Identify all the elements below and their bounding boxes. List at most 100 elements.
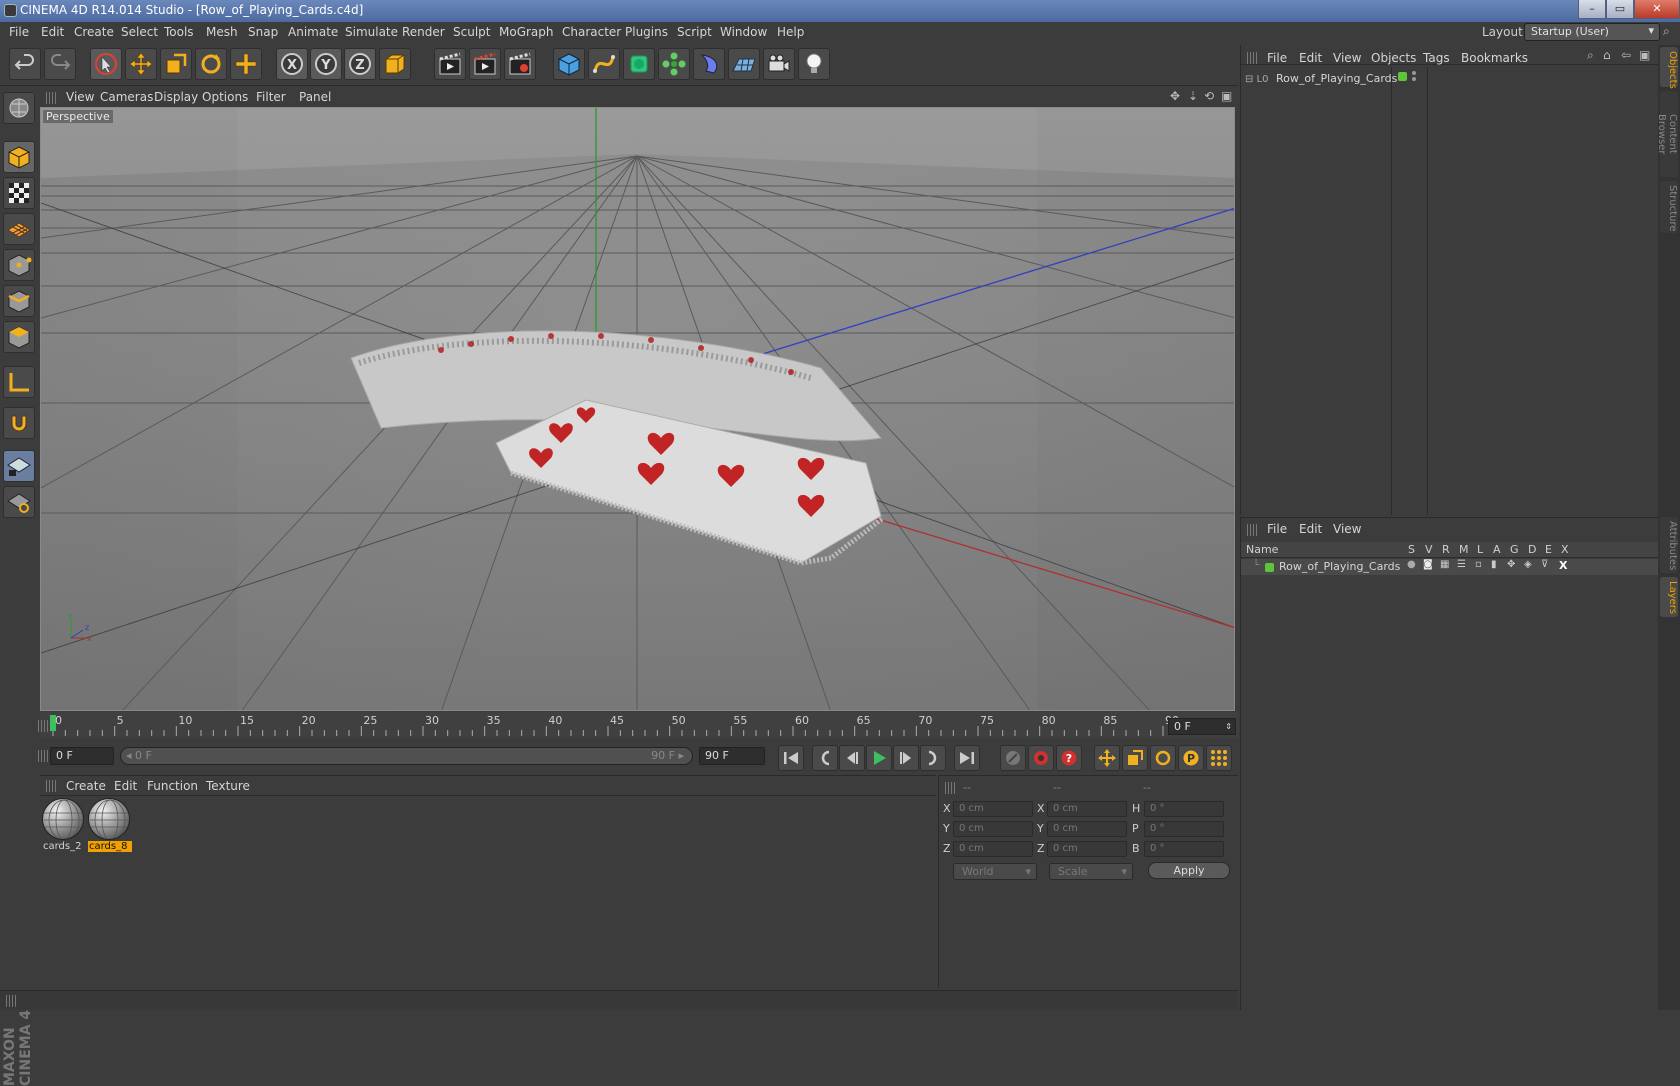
texture-mode-button[interactable] — [3, 177, 35, 209]
menu-edit[interactable]: Edit — [41, 25, 64, 39]
planar-workplane-button[interactable] — [3, 486, 35, 518]
menu-create[interactable]: Create — [74, 25, 114, 39]
panel-grip-icon[interactable] — [38, 720, 48, 732]
object-menu-edit[interactable]: Edit — [1299, 51, 1322, 65]
toggle-view-icon[interactable]: ▣ — [1221, 89, 1232, 103]
add-array-button[interactable] — [658, 48, 690, 80]
animation-icon[interactable]: ▮ — [1491, 559, 1497, 570]
go-to-end-button[interactable] — [954, 745, 980, 771]
search-icon[interactable]: ⌕ — [1587, 48, 1594, 63]
layer-row[interactable]: └ Row_of_Playing_Cards ● ◙ ▦ ☰ ▫ ▮ ✥ ◈ ⊽… — [1241, 559, 1659, 575]
viewport-menu-display[interactable]: Display — [154, 90, 198, 104]
object-menu-tags[interactable]: Tags — [1423, 51, 1450, 65]
panel-grip-icon[interactable] — [1247, 52, 1257, 64]
add-camera-button[interactable] — [763, 48, 795, 80]
menu-animate[interactable]: Animate — [288, 25, 338, 39]
y-axis-lock-button[interactable]: Y — [310, 48, 342, 80]
xref-icon[interactable]: X — [1559, 559, 1567, 572]
column-separator[interactable] — [1391, 67, 1392, 515]
menu-sculpt[interactable]: Sculpt — [453, 25, 490, 39]
panel-grip-icon[interactable] — [945, 782, 955, 794]
z-axis-lock-button[interactable]: Z — [344, 48, 376, 80]
layer-menu-edit[interactable]: Edit — [1299, 522, 1322, 536]
menu-script[interactable]: Script — [677, 25, 712, 39]
material-menu-create[interactable]: Create — [66, 779, 106, 793]
play-button[interactable] — [866, 745, 892, 771]
column-generators[interactable]: G — [1510, 543, 1519, 556]
autokeying-button[interactable] — [1028, 745, 1054, 771]
render-icon[interactable]: ▦ — [1440, 559, 1449, 570]
tab-objects[interactable]: Objects — [1660, 47, 1678, 89]
minimize-button[interactable]: – — [1578, 0, 1606, 19]
locked-workplane-button[interactable] — [3, 450, 35, 482]
undo-button[interactable] — [9, 48, 41, 80]
previous-frame-button[interactable] — [839, 745, 865, 771]
add-deformer-button[interactable] — [693, 48, 725, 80]
object-menu-view[interactable]: View — [1333, 51, 1361, 65]
pos-y-field[interactable]: 0 cm — [953, 821, 1033, 837]
panel-grip-icon[interactable] — [46, 780, 56, 792]
layer-menu-view[interactable]: View — [1333, 522, 1361, 536]
timeline-ruler[interactable]: 051015202530354045505560657075808590 — [38, 712, 1238, 738]
next-frame-button[interactable] — [893, 745, 919, 771]
move-tool-button[interactable] — [125, 48, 157, 80]
column-animation[interactable]: A — [1493, 543, 1501, 556]
manager-icon[interactable]: ☰ — [1457, 559, 1466, 570]
menu-character[interactable]: Character — [562, 25, 621, 39]
deformer-icon[interactable]: ◈ — [1524, 559, 1532, 570]
layer-menu-file[interactable]: File — [1267, 522, 1287, 536]
perspective-viewport[interactable]: y x z Perspective — [40, 107, 1235, 711]
coordinate-space-dropdown[interactable]: World ▾ — [953, 863, 1037, 880]
rotate-view-icon[interactable]: ⟲ — [1204, 89, 1214, 103]
menu-simulate[interactable]: Simulate — [345, 25, 398, 39]
rotation-track-button[interactable] — [1150, 745, 1176, 771]
scale-tool-button[interactable] — [160, 48, 192, 80]
viewport-menu-options[interactable]: Options — [202, 90, 248, 104]
viewport-menu-view[interactable]: View — [66, 90, 94, 104]
menu-mograph[interactable]: MoGraph — [499, 25, 554, 39]
eye-icon[interactable]: ◙ — [1423, 559, 1433, 570]
edit-render-settings-button[interactable] — [504, 48, 536, 80]
material-swatch-cards-2[interactable]: cards_2 — [42, 798, 86, 856]
make-editable-button[interactable] — [3, 92, 35, 124]
model-mode-button[interactable] — [3, 141, 35, 173]
column-manager[interactable]: M — [1459, 543, 1469, 556]
rot-h-field[interactable]: 0 ° — [1144, 801, 1224, 817]
pos-x-field[interactable]: 0 cm — [953, 801, 1033, 817]
column-name[interactable]: Name — [1246, 543, 1278, 556]
add-spline-button[interactable] — [588, 48, 620, 80]
menu-window[interactable]: Window — [720, 25, 767, 39]
material-swatch-cards-8[interactable]: cards_8 — [88, 798, 132, 856]
go-to-start-button[interactable] — [778, 745, 804, 771]
tab-attributes[interactable]: Attributes — [1660, 517, 1678, 573]
position-track-button[interactable] — [1094, 745, 1120, 771]
axis-mode-button[interactable] — [3, 366, 35, 398]
column-solo[interactable]: S — [1408, 543, 1415, 556]
column-deformers[interactable]: D — [1528, 543, 1536, 556]
viewport-menu-panel[interactable]: Panel — [299, 90, 331, 104]
viewport-scene[interactable]: y x z — [41, 108, 1235, 711]
editor-visibility-dot[interactable] — [1412, 71, 1416, 75]
menu-tools[interactable]: Tools — [164, 25, 194, 39]
object-row[interactable]: ⊟ L0 Row_of_Playing_Cards — [1245, 72, 1397, 85]
size-x-field[interactable]: 0 cm — [1047, 801, 1127, 817]
panel-grip-icon[interactable] — [6, 995, 16, 1007]
tab-layers[interactable]: Layers — [1660, 577, 1678, 617]
tab-content-browser[interactable]: Content Browser — [1656, 91, 1678, 177]
redo-button[interactable] — [44, 48, 76, 80]
snap-button[interactable] — [3, 407, 35, 439]
menu-mesh[interactable]: Mesh — [206, 25, 238, 39]
new-view-icon[interactable]: ▣ — [1639, 48, 1650, 62]
add-floor-button[interactable] — [728, 48, 760, 80]
menu-plugins[interactable]: Plugins — [625, 25, 668, 39]
column-locked[interactable]: L — [1477, 543, 1483, 556]
column-xref[interactable]: X — [1561, 543, 1569, 556]
menu-select[interactable]: Select — [121, 25, 158, 39]
menu-snap[interactable]: Snap — [248, 25, 278, 39]
object-menu-file[interactable]: File — [1267, 51, 1287, 65]
x-axis-lock-button[interactable]: X — [276, 48, 308, 80]
coordinate-system-button[interactable] — [379, 48, 411, 80]
material-menu-edit[interactable]: Edit — [114, 779, 137, 793]
add-cube-button[interactable] — [553, 48, 585, 80]
close-button[interactable]: ✕ — [1634, 0, 1680, 19]
